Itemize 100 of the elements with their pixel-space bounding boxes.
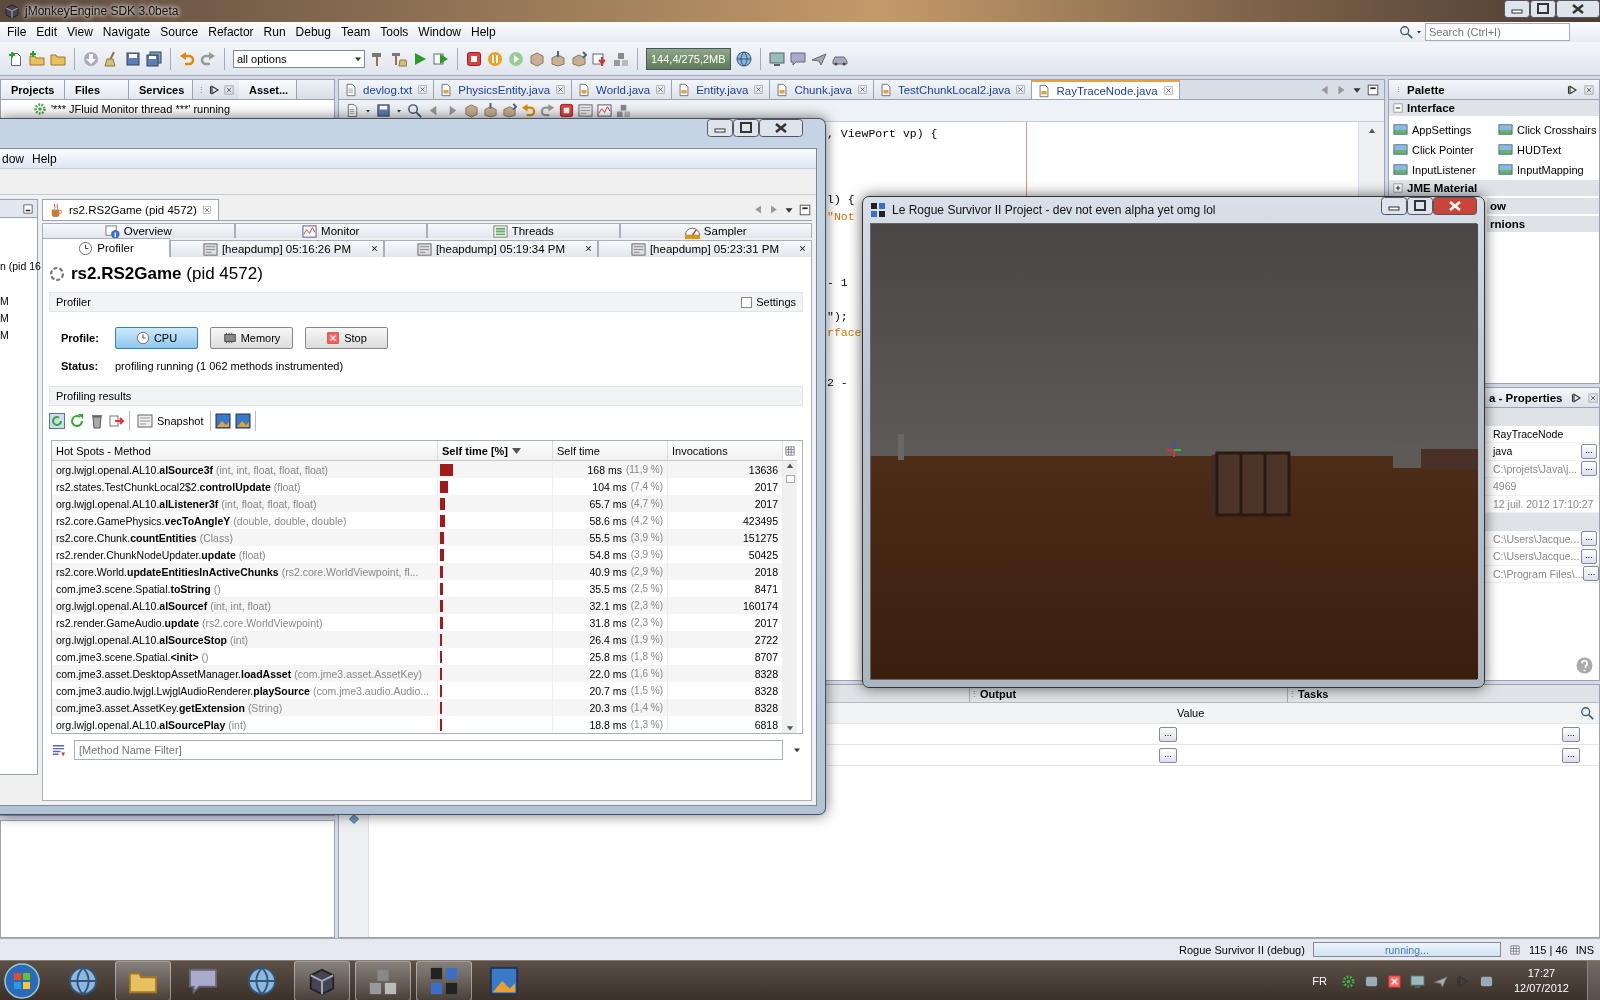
view-tab[interactable]: [heapdump] 05:19:34 PM	[384, 240, 598, 257]
minimize-icon[interactable]	[22, 202, 34, 215]
palette-category[interactable]: JME Material	[1389, 180, 1599, 196]
chat-icon[interactable]	[789, 50, 806, 67]
tree-item[interactable]: M	[0, 293, 37, 310]
configuration-dropdown[interactable]: all options	[233, 49, 365, 68]
undo-icon[interactable]	[521, 103, 536, 118]
palette-category[interactable]: rnions	[1487, 216, 1599, 232]
panel-tab[interactable]: Files	[65, 80, 129, 99]
minimize-button[interactable]	[1504, 0, 1530, 18]
picture-icon[interactable]	[235, 413, 252, 429]
collapse-icon[interactable]	[1392, 102, 1404, 114]
monitor-icon[interactable]	[768, 50, 785, 67]
minimize-button[interactable]	[707, 119, 733, 137]
editor-tab[interactable]: RayTraceNode.java	[1032, 80, 1180, 99]
profile-mode-button[interactable]: CPU	[115, 327, 198, 349]
palette-item[interactable]: Click Crosshairs	[1498, 122, 1599, 137]
monitor-icon[interactable]	[1409, 973, 1425, 989]
redo-icon[interactable]	[540, 103, 555, 118]
debug-run-icon[interactable]	[433, 50, 449, 67]
new-folder-icon[interactable]	[29, 50, 45, 67]
editor-tab[interactable]: PhysicsEntity.java	[434, 80, 573, 99]
chart-icon[interactable]	[597, 103, 612, 118]
caret-icon[interactable]	[1415, 28, 1423, 36]
menu-item[interactable]: Navigate	[97, 25, 156, 39]
maximize-icon[interactable]	[798, 202, 812, 217]
blocks-icon[interactable]	[613, 50, 629, 67]
profile-mode-button[interactable]: Stop	[305, 327, 388, 349]
stop-icon[interactable]	[559, 103, 574, 118]
export-icon[interactable]	[109, 413, 125, 429]
close-button[interactable]	[1433, 197, 1477, 215]
ellipsis-button[interactable]: ...	[1581, 443, 1597, 459]
new-file-icon[interactable]	[8, 50, 24, 67]
memory-indicator[interactable]: 144,4/275,2MB	[646, 47, 731, 70]
menu-item[interactable]: Help	[466, 25, 501, 39]
ellipsis-button[interactable]: ...	[1562, 726, 1580, 742]
up-arrow-icon[interactable]	[1366, 126, 1377, 136]
palette-item[interactable]: Click Pointer	[1393, 142, 1498, 157]
gear-icon[interactable]	[1340, 973, 1356, 989]
close-icon[interactable]	[417, 84, 429, 95]
palette-item[interactable]: InputListener	[1393, 162, 1498, 177]
settings-checkbox[interactable]: Settings	[741, 296, 796, 308]
taskbar-button[interactable]	[355, 961, 411, 1000]
close-icon[interactable]	[1162, 85, 1174, 96]
ellipsis-button[interactable]: ...	[1159, 747, 1177, 763]
close-button[interactable]	[759, 119, 803, 137]
editor-tab[interactable]: World.java	[572, 80, 673, 99]
clock-time[interactable]: 17:27	[1527, 966, 1556, 981]
close-icon[interactable]	[798, 244, 807, 253]
document-tab[interactable]: rs2.RS2Game (pid 4572)	[42, 199, 219, 220]
table-icon[interactable]	[1508, 943, 1521, 956]
down-arrow-icon[interactable]	[785, 723, 795, 733]
step-out-icon[interactable]	[502, 103, 517, 118]
search-field[interactable]: Search (Ctrl+I)	[1425, 23, 1570, 41]
menu-item[interactable]: Window	[413, 25, 467, 39]
refresh-icon[interactable]	[69, 413, 85, 429]
run-icon[interactable]	[412, 50, 428, 67]
stop-icon[interactable]	[466, 50, 482, 67]
palette-category[interactable]: Interface	[1389, 100, 1599, 116]
package-icon[interactable]	[529, 50, 545, 67]
stop-icon[interactable]	[1386, 973, 1402, 989]
trash-icon[interactable]	[89, 413, 105, 429]
table-icon[interactable]	[784, 444, 796, 457]
taskbar-button[interactable]	[416, 961, 472, 1000]
panel-tab[interactable]: Projects	[1, 80, 65, 99]
page-icon[interactable]	[345, 103, 360, 118]
scroll-thumb[interactable]	[785, 475, 795, 483]
taskbar-button[interactable]	[115, 961, 171, 1000]
search-icon[interactable]	[1580, 706, 1594, 720]
language-indicator[interactable]: FR	[1312, 975, 1327, 987]
palette-category[interactable]: ow	[1487, 198, 1599, 214]
panel-tab[interactable]: Output	[980, 687, 1017, 700]
snapshot-icon[interactable]	[578, 103, 593, 118]
close-icon[interactable]	[655, 84, 667, 95]
maximize-button[interactable]	[1407, 197, 1433, 215]
palette-item[interactable]: HUDText	[1498, 142, 1599, 157]
auto-refresh-icon[interactable]	[49, 413, 65, 429]
view-tab[interactable]: Sampler	[619, 223, 812, 238]
up-arrow-icon[interactable]	[785, 461, 795, 471]
search-icon[interactable]	[407, 103, 422, 118]
editor-tab[interactable]: Entity.java	[672, 80, 771, 99]
close-icon[interactable]	[1015, 84, 1027, 95]
redo-icon[interactable]	[200, 50, 216, 67]
tree-item[interactable]: M	[0, 310, 37, 327]
filter-field[interactable]: [Method Name Filter]	[74, 740, 783, 760]
step-into-icon[interactable]	[550, 50, 566, 67]
panel-tab[interactable]: Asset...	[239, 80, 298, 99]
save-icon[interactable]	[376, 103, 391, 118]
view-tab[interactable]: Profiler	[42, 238, 170, 257]
scroll-bar[interactable]	[783, 461, 797, 733]
editor-tab[interactable]: Chunk.java	[770, 80, 874, 99]
column-header[interactable]: Self time	[553, 441, 668, 461]
tree-item[interactable]: M	[0, 327, 37, 344]
palette-item[interactable]: InputMapping	[1498, 162, 1599, 177]
diamond-icon[interactable]	[347, 813, 360, 825]
minimize-button[interactable]	[1381, 197, 1407, 215]
editor-tab[interactable]: TestChunkLocal2.java	[873, 80, 1033, 99]
save-icon[interactable]	[125, 50, 141, 67]
view-tab[interactable]: Overview	[42, 223, 235, 238]
view-tab[interactable]: [heapdump] 05:23:31 PM	[598, 240, 812, 257]
